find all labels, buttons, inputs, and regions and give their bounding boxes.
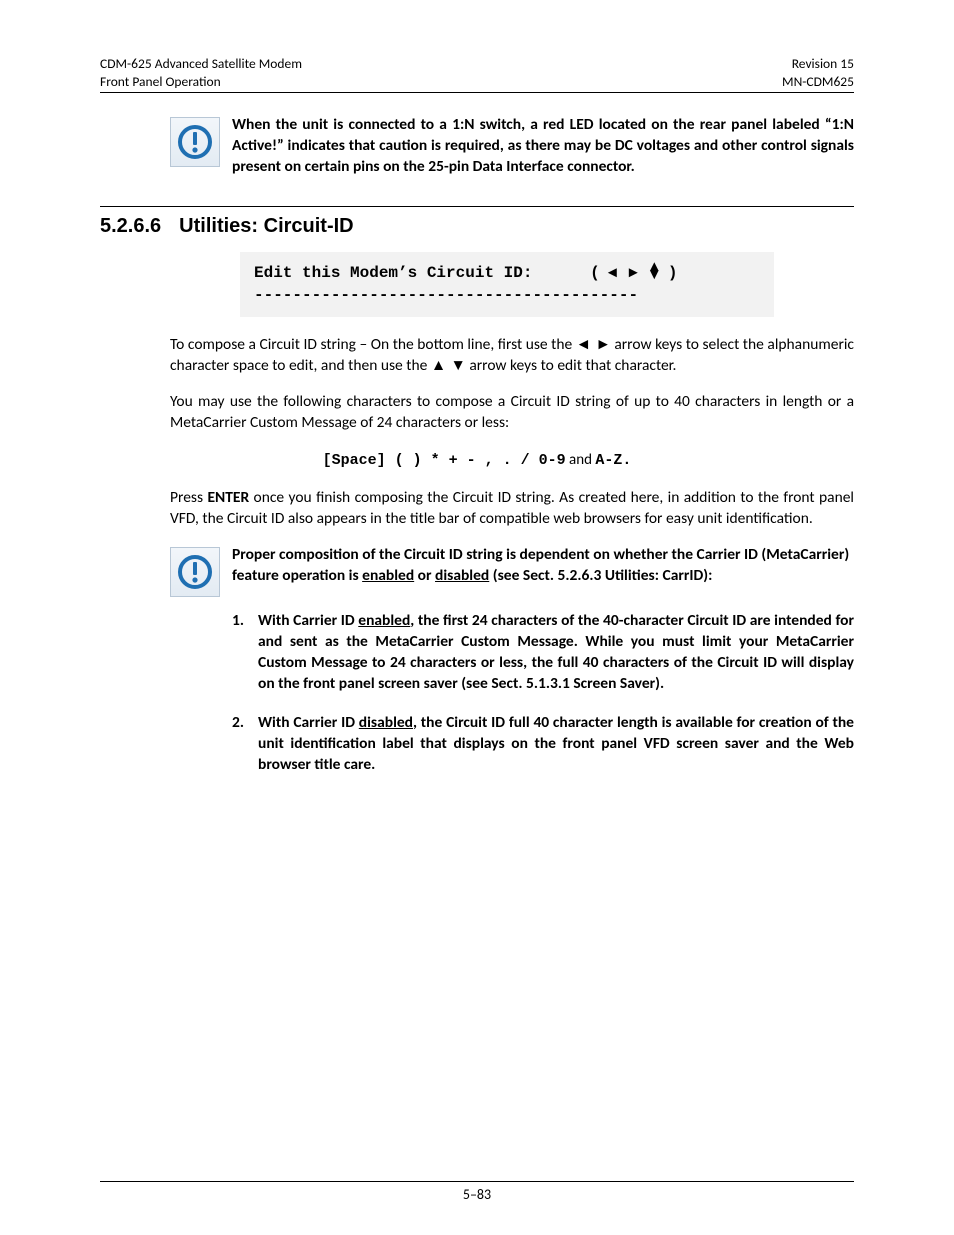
list-text: With Carrier ID disabled, the Circuit ID… [258,713,854,776]
list-item: 1. With Carrier ID enabled, the first 24… [232,611,854,695]
lcd-line-2: ---------------------------------------- [254,286,638,304]
paragraph-3: Press ENTER once you finish composing th… [170,488,854,530]
list-number: 2. [232,713,258,776]
footer-rule [100,1181,854,1182]
page-header: CDM-625 Advanced Satellite Modem Front P… [100,55,854,93]
p3-pre: Press [170,488,207,507]
note2-tail: (see Sect. 5.2.6.3 Utilities: CarrID): [489,566,712,585]
caution-icon [170,117,220,167]
allowed-chars-az: A-Z [595,452,622,469]
allowed-chars: [Space] ( ) * + - , . / 0-9 and A-Z. [100,450,854,471]
p1-post: arrow keys to edit that character. [466,356,677,375]
lcd-paren-open: ( [590,264,600,282]
paragraph-2: You may use the following characters to … [170,392,854,434]
list-number: 1. [232,611,258,695]
paragraph-1: To compose a Circuit ID string – On the … [170,335,854,377]
caution-note-1: When the unit is connected to a 1:N swit… [170,115,854,178]
list-item: 2. With Carrier ID disabled, the Circuit… [232,713,854,776]
caution-note-2: Proper composition of the Circuit ID str… [170,545,854,597]
header-right-2: MN-CDM625 [782,73,854,90]
lcd-display: Edit this Modem’s Circuit ID: ( ◄ ► ▲▼ )… [240,252,774,317]
li1-pre: With Carrier ID [258,713,359,732]
page-footer: 5–83 [100,1181,854,1203]
li1-underline: disabled [359,713,413,732]
lcd-line-1-text: Edit this Modem’s Circuit ID: [254,264,532,282]
caution-note-2-text: Proper composition of the Circuit ID str… [232,545,854,587]
section-rule [100,206,854,207]
allowed-chars-period: . [622,452,631,469]
header-right: Revision 15 MN-CDM625 [782,55,854,90]
allowed-chars-and: and [566,451,596,469]
header-left: CDM-625 Advanced Satellite Modem Front P… [100,55,302,90]
page-number: 5–83 [463,1186,491,1203]
enter-key-label: ENTER [207,488,249,507]
header-right-1: Revision 15 [792,55,854,72]
section-title: Utilities: Circuit-ID [179,215,353,238]
li0-pre: With Carrier ID [258,611,358,630]
list-text: With Carrier ID enabled, the first 24 ch… [258,611,854,695]
left-right-arrow-icons: ◄ ► [576,336,611,353]
section-number: 5.2.6.6 [100,215,161,238]
li0-underline: enabled [358,611,410,630]
p1-pre: To compose a Circuit ID string – On the … [170,335,576,354]
up-down-arrow-icons: ▲ ▼ [431,357,466,374]
lcd-arrow-icons: ◄ ► ▲▼ [600,264,668,281]
note2-or: or [414,566,435,585]
note2-enabled: enabled [362,566,414,585]
caution-icon [170,547,220,597]
caution-note-1-text: When the unit is connected to a 1:N swit… [232,115,854,178]
lcd-paren-close: ) [668,264,678,282]
header-left-2: Front Panel Operation [100,73,221,90]
allowed-chars-mono: [Space] ( ) * + - , . / 0-9 [323,452,566,469]
page: CDM-625 Advanced Satellite Modem Front P… [0,0,954,1235]
numbered-list: 1. With Carrier ID enabled, the first 24… [232,611,854,775]
note2-disabled: disabled [435,566,489,585]
header-left-1: CDM-625 Advanced Satellite Modem [100,55,302,72]
p3-post: once you finish composing the Circuit ID… [170,488,854,528]
section-heading: 5.2.6.6 Utilities: Circuit-ID [100,215,854,238]
